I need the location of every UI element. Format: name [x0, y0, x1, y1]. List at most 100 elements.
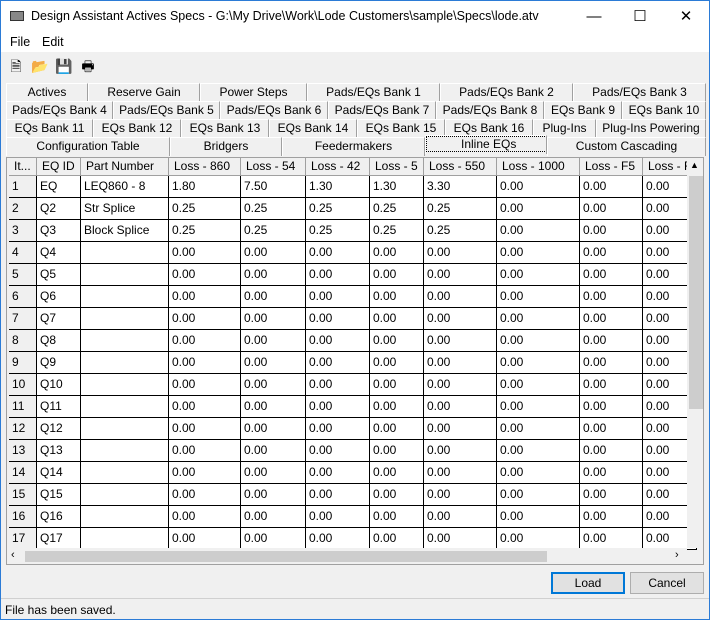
- grid-cell[interactable]: 0.00: [580, 418, 643, 440]
- grid-cell[interactable]: 0.25: [169, 220, 241, 242]
- grid-cell[interactable]: [81, 418, 169, 440]
- grid-cell[interactable]: 0.00: [306, 462, 370, 484]
- grid-cell[interactable]: [81, 308, 169, 330]
- grid-cell[interactable]: 0.00: [497, 330, 580, 352]
- column-header[interactable]: EQ ID: [37, 158, 81, 176]
- tab-eqs-bank-10[interactable]: EQs Bank 10: [622, 101, 706, 120]
- grid-cell[interactable]: Q15: [37, 484, 81, 506]
- grid-cell[interactable]: 0.00: [241, 264, 306, 286]
- grid-cell[interactable]: 0.00: [580, 440, 643, 462]
- grid-cell[interactable]: 0.00: [497, 220, 580, 242]
- grid-cell[interactable]: 0.00: [424, 528, 497, 550]
- grid-cell[interactable]: 0.00: [306, 374, 370, 396]
- grid-cell[interactable]: 0.00: [424, 286, 497, 308]
- grid-cell[interactable]: 0.00: [370, 528, 424, 550]
- grid-cell[interactable]: Q17: [37, 528, 81, 550]
- column-header[interactable]: Loss - 1000: [497, 158, 580, 176]
- grid-cell[interactable]: 0.00: [241, 440, 306, 462]
- load-button[interactable]: Load: [551, 572, 625, 594]
- grid-cell[interactable]: [81, 440, 169, 462]
- grid-cell[interactable]: 0.25: [370, 220, 424, 242]
- tab-custom-cascading[interactable]: Custom Cascading: [547, 137, 706, 156]
- grid-cell[interactable]: 0.00: [424, 396, 497, 418]
- grid-cell[interactable]: 0.00: [580, 286, 643, 308]
- grid-cell[interactable]: [81, 286, 169, 308]
- grid-cell[interactable]: 0.00: [241, 462, 306, 484]
- grid-cell[interactable]: 0.00: [306, 242, 370, 264]
- grid-cell[interactable]: 0.25: [241, 220, 306, 242]
- grid-cell[interactable]: 1.30: [370, 176, 424, 198]
- grid-cell[interactable]: [81, 330, 169, 352]
- grid-cell[interactable]: 0.00: [370, 374, 424, 396]
- grid-cell[interactable]: [81, 264, 169, 286]
- grid-cell[interactable]: 0.00: [497, 286, 580, 308]
- grid-cell[interactable]: 0.00: [580, 352, 643, 374]
- grid-cell[interactable]: 0.00: [241, 330, 306, 352]
- grid-cell[interactable]: Q5: [37, 264, 81, 286]
- grid-cell[interactable]: Str Splice: [81, 198, 169, 220]
- grid-cell[interactable]: [81, 242, 169, 264]
- grid-cell[interactable]: 0.00: [306, 308, 370, 330]
- grid-cell[interactable]: 0.00: [424, 418, 497, 440]
- grid-cell[interactable]: [81, 506, 169, 528]
- grid-cell[interactable]: 0.00: [370, 264, 424, 286]
- grid-cell[interactable]: 0.25: [306, 220, 370, 242]
- grid-cell[interactable]: 0.00: [306, 264, 370, 286]
- grid-cell[interactable]: 0.00: [241, 374, 306, 396]
- grid-cell[interactable]: Q14: [37, 462, 81, 484]
- grid-cell[interactable]: 0.00: [580, 506, 643, 528]
- row-header[interactable]: 14: [9, 462, 37, 484]
- grid-cell[interactable]: 0.00: [580, 264, 643, 286]
- grid-cell[interactable]: 0.00: [424, 308, 497, 330]
- grid-cell[interactable]: 0.25: [241, 198, 306, 220]
- row-header[interactable]: 4: [9, 242, 37, 264]
- grid-cell[interactable]: 0.00: [497, 506, 580, 528]
- row-header[interactable]: 13: [9, 440, 37, 462]
- tab-power-steps[interactable]: Power Steps: [200, 83, 307, 102]
- grid-cell[interactable]: 0.00: [580, 308, 643, 330]
- menu-edit[interactable]: Edit: [42, 35, 64, 49]
- grid-cell[interactable]: Q9: [37, 352, 81, 374]
- grid-cell[interactable]: 0.00: [497, 462, 580, 484]
- grid-cell[interactable]: 0.00: [580, 330, 643, 352]
- grid-cell[interactable]: 7.50: [241, 176, 306, 198]
- grid-cell[interactable]: 0.25: [306, 198, 370, 220]
- grid-cell[interactable]: 0.00: [497, 198, 580, 220]
- grid-cell[interactable]: 0.00: [241, 286, 306, 308]
- grid-cell[interactable]: 0.00: [241, 396, 306, 418]
- grid-cell[interactable]: 0.00: [580, 220, 643, 242]
- grid-cell[interactable]: 0.00: [580, 374, 643, 396]
- grid-cell[interactable]: 0.00: [370, 506, 424, 528]
- close-button[interactable]: ✕: [663, 1, 709, 32]
- scroll-left-icon[interactable]: ‹: [11, 549, 15, 561]
- grid-cell[interactable]: 0.00: [497, 176, 580, 198]
- grid-cell[interactable]: 0.00: [497, 242, 580, 264]
- grid-cell[interactable]: 0.00: [370, 484, 424, 506]
- grid-cell[interactable]: 1.30: [306, 176, 370, 198]
- grid-cell[interactable]: 0.00: [497, 352, 580, 374]
- row-header[interactable]: 10: [9, 374, 37, 396]
- menu-file[interactable]: File: [10, 35, 30, 49]
- tab-bridgers[interactable]: Bridgers: [170, 137, 282, 156]
- grid-cell[interactable]: [81, 396, 169, 418]
- grid-cell[interactable]: 0.00: [424, 440, 497, 462]
- grid-cell[interactable]: 0.00: [580, 176, 643, 198]
- tab-pads-eqs-bank-3[interactable]: Pads/EQs Bank 3: [573, 83, 706, 102]
- grid-cell[interactable]: 0.00: [370, 330, 424, 352]
- grid-cell[interactable]: 0.00: [306, 440, 370, 462]
- grid-cell[interactable]: 0.25: [424, 198, 497, 220]
- grid-cell[interactable]: 0.00: [306, 286, 370, 308]
- grid-cell[interactable]: Block Splice: [81, 220, 169, 242]
- tab-pads-eqs-bank-2[interactable]: Pads/EQs Bank 2: [440, 83, 573, 102]
- grid-cell[interactable]: 0.25: [169, 198, 241, 220]
- row-header[interactable]: 17: [9, 528, 37, 550]
- tab-feedermakers[interactable]: Feedermakers: [282, 137, 425, 156]
- tab-eqs-bank-13[interactable]: EQs Bank 13: [181, 119, 269, 138]
- column-header[interactable]: Loss - 54: [241, 158, 306, 176]
- cancel-button[interactable]: Cancel: [630, 572, 704, 594]
- grid-cell[interactable]: 0.00: [580, 462, 643, 484]
- grid-cell[interactable]: [81, 528, 169, 550]
- grid-cell[interactable]: 0.00: [169, 330, 241, 352]
- row-header[interactable]: 11: [9, 396, 37, 418]
- tab-eqs-bank-14[interactable]: EQs Bank 14: [269, 119, 357, 138]
